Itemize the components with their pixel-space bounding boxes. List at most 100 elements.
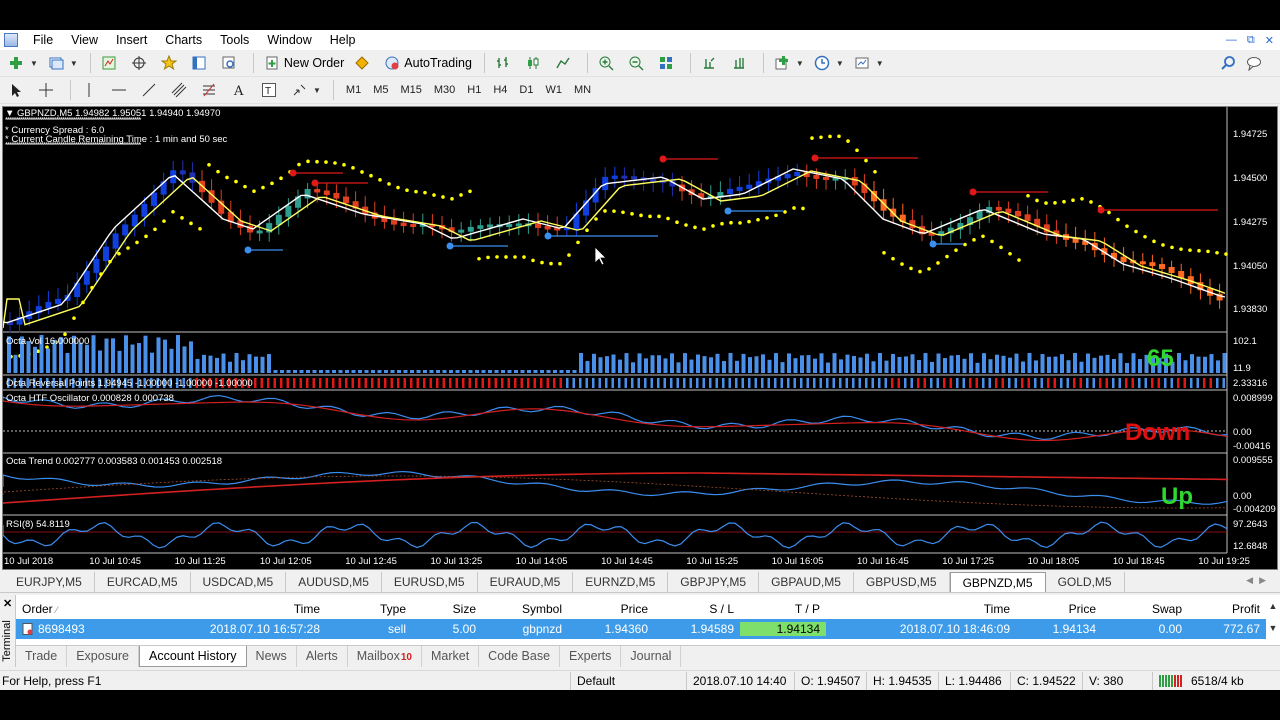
chart-tab[interactable]: EURJPY,M5 [4,572,95,592]
vertical-line-tool[interactable] [77,79,105,101]
timeframe-h4[interactable]: H4 [487,84,513,96]
chart-tab[interactable]: AUDUSD,M5 [286,572,382,592]
profiles-button[interactable]: ▼ [44,52,82,74]
trendline-icon [142,83,156,97]
col-open-time[interactable]: Time [126,602,326,616]
status-traffic[interactable]: 6518/4 kb [1152,671,1250,690]
terminal-tab[interactable]: Alerts [297,646,348,667]
tile-windows-button[interactable] [654,52,682,74]
scroll-up-icon[interactable]: ▲ [1266,601,1280,611]
new-order-button[interactable]: New Order [260,52,348,74]
timeframe-w1[interactable]: W1 [539,84,568,96]
col-price[interactable]: Price [568,602,654,616]
line-chart-button[interactable] [551,52,579,74]
chart-tab[interactable]: GOLD,M5 [1046,572,1125,592]
table-row[interactable]: 8698493 2018.07.10 16:57:28 sell 5.00 gb… [16,619,1266,639]
timeframe-d1[interactable]: D1 [513,84,539,96]
tab-scroll-arrows[interactable]: ◀▶ [1246,575,1272,586]
terminal-tab[interactable]: Mailbox10 [348,646,422,667]
chart-tab[interactable]: USDCAD,M5 [191,572,287,592]
terminal-tab[interactable]: Journal [621,646,682,667]
menu-charts[interactable]: Charts [156,30,211,50]
trendline-tool[interactable] [137,79,165,101]
chart-tab[interactable]: EURCAD,M5 [95,572,191,592]
col-order[interactable]: Order ⁄ [16,602,126,616]
fibonacci-tool[interactable] [197,79,225,101]
new-chart-button[interactable]: ▼ [4,52,42,74]
data-window-button[interactable] [127,52,155,74]
terminal-tab[interactable]: News [247,646,297,667]
chart-tab[interactable]: GBPJPY,M5 [668,572,760,592]
col-close-price[interactable]: Price [1016,602,1102,616]
auto-scroll-button[interactable] [697,52,725,74]
bar-chart-button[interactable] [491,52,519,74]
col-profit[interactable]: Profit [1188,602,1266,616]
chart-tab[interactable]: EURNZD,M5 [573,572,669,592]
market-watch-button[interactable] [97,52,125,74]
close-icon[interactable]: ✕ [3,597,12,610]
table-scrollbar[interactable]: ▲ ▼ [1266,595,1280,643]
app-icon[interactable] [4,33,18,47]
navigator-button[interactable] [157,52,185,74]
chart-window[interactable]: ▼ GBPNZD,M5 1.94982 1.95051 1.94940 1.94… [2,106,1278,570]
timeframe-m1[interactable]: M1 [340,84,367,96]
col-type[interactable]: Type [326,602,412,616]
arrows-tool[interactable]: ▼ [287,79,325,101]
timeframe-h1[interactable]: H1 [461,84,487,96]
col-symbol[interactable]: Symbol [482,602,568,616]
chart-canvas[interactable] [3,107,1277,569]
col-close-time[interactable]: Time [826,602,1016,616]
terminal-tab[interactable]: Account History [139,646,247,667]
terminal-tab[interactable]: Experts [560,646,622,667]
col-tp[interactable]: T / P [740,602,826,616]
menu-view[interactable]: View [62,30,107,50]
terminal-tab[interactable]: Trade [16,646,68,667]
zoom-out-button[interactable] [624,52,652,74]
equidistant-channel-tool[interactable] [167,79,195,101]
chart-tab[interactable]: GBPNZD,M5 [949,572,1046,592]
text-label-tool[interactable]: T [257,79,285,101]
metaeditor-button[interactable] [350,52,378,74]
timeframe-m5[interactable]: M5 [367,84,394,96]
terminal-tab[interactable]: Code Base [479,646,561,667]
terminal-button[interactable] [187,52,215,74]
menu-help[interactable]: Help [321,30,365,50]
timeframe-mn[interactable]: MN [568,84,597,96]
menu-tools[interactable]: Tools [211,30,258,50]
indicators-button[interactable]: ▼ [770,52,808,74]
search-button[interactable] [1216,52,1244,74]
chat-button[interactable] [1242,52,1270,74]
candlestick-button[interactable] [521,52,549,74]
terminal-tab[interactable]: Market [422,646,480,667]
templates-button[interactable]: ▼ [850,52,888,74]
timeframe-m15[interactable]: M15 [394,84,427,96]
chart-shift-button[interactable] [727,52,755,74]
menu-window[interactable]: Window [258,30,320,50]
volume-bar [1092,357,1097,373]
restore-icon[interactable]: ⧉ [1247,34,1255,47]
zoom-in-button[interactable] [594,52,622,74]
text-tool[interactable]: A [227,79,255,101]
chart-tab[interactable]: GBPUSD,M5 [854,572,950,592]
col-sl[interactable]: S / L [654,602,740,616]
menu-file[interactable]: File [24,30,62,50]
col-swap[interactable]: Swap [1102,602,1188,616]
terminal-tab[interactable]: Exposure [67,646,140,667]
scroll-down-icon[interactable]: ▼ [1266,623,1280,633]
close-icon[interactable]: ✕ [1265,34,1274,47]
vertical-line-icon [88,83,90,97]
cursor-tool[interactable] [4,79,32,101]
chart-tab[interactable]: EURAUD,M5 [478,572,574,592]
autotrading-button[interactable]: AutoTrading [380,52,476,74]
menu-insert[interactable]: Insert [107,30,156,50]
minimize-icon[interactable]: — [1226,34,1237,46]
crosshair-tool[interactable] [34,79,62,101]
horizontal-line-tool[interactable] [107,79,135,101]
periods-button[interactable]: ▼ [810,52,848,74]
resistance-marker [659,155,667,163]
col-size[interactable]: Size [412,602,482,616]
chart-tab[interactable]: GBPAUD,M5 [759,572,854,592]
timeframe-m30[interactable]: M30 [428,84,461,96]
strategy-tester-button[interactable] [217,52,245,74]
chart-tab[interactable]: EURUSD,M5 [382,572,478,592]
